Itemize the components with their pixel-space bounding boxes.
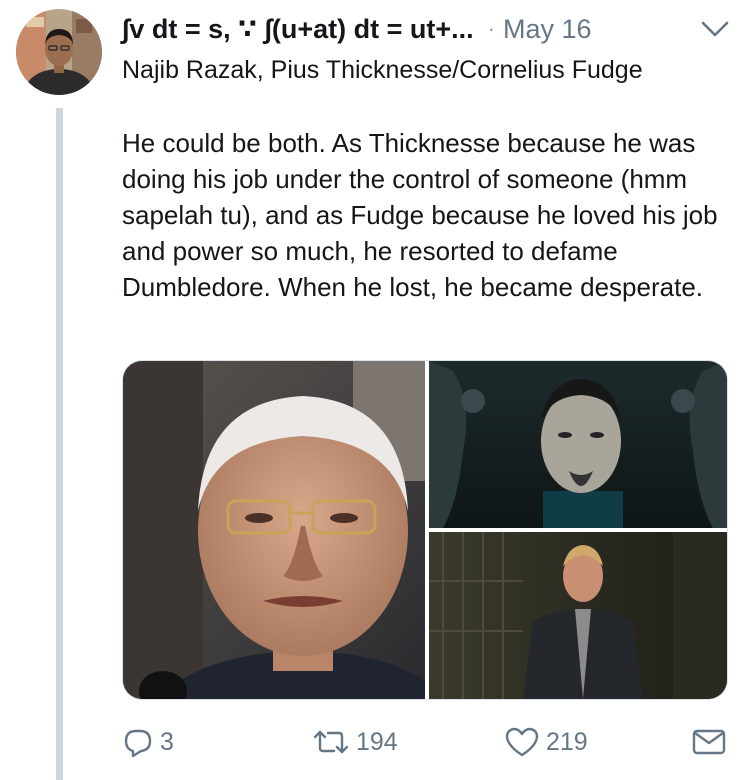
tweet-header: ∫v dt = s, ∵ ∫(u+at) dt = ut+... · May 1…	[122, 12, 732, 46]
action-bar: 3 194 219	[122, 722, 732, 762]
avatar[interactable]	[16, 9, 102, 95]
retweet-icon	[313, 730, 349, 754]
like-count: 219	[546, 727, 588, 756]
media-grid[interactable]	[122, 360, 728, 700]
tweet-date[interactable]: May 16	[503, 14, 592, 45]
reply-button[interactable]: 3	[122, 722, 174, 762]
photo-fudge[interactable]	[429, 532, 727, 699]
thread-line	[56, 108, 63, 780]
reply-context: Najib Razak, Pius Thicknesse/Cornelius F…	[122, 56, 643, 84]
tweet[interactable]: ∫v dt = s, ∵ ∫(u+at) dt = ut+... · May 1…	[0, 0, 748, 780]
heart-icon	[505, 727, 539, 757]
photo-najib[interactable]	[123, 361, 453, 699]
tweet-text: He could be both. As Thicknesse because …	[122, 128, 718, 302]
like-button[interactable]: 219	[504, 722, 588, 762]
avatar-image	[16, 9, 102, 95]
display-name[interactable]: ∫v dt = s, ∵ ∫(u+at) dt = ut+...	[122, 14, 474, 45]
direct-message-button[interactable]	[692, 722, 732, 762]
chevron-down-icon[interactable]	[698, 14, 732, 44]
photo-thicknesse[interactable]	[429, 361, 727, 528]
separator-dot: ·	[487, 16, 495, 41]
reply-icon	[124, 729, 152, 758]
retweet-count: 194	[356, 727, 398, 756]
reply-count: 3	[160, 727, 174, 756]
retweet-button[interactable]: 194	[312, 722, 398, 762]
envelope-icon	[692, 729, 726, 755]
